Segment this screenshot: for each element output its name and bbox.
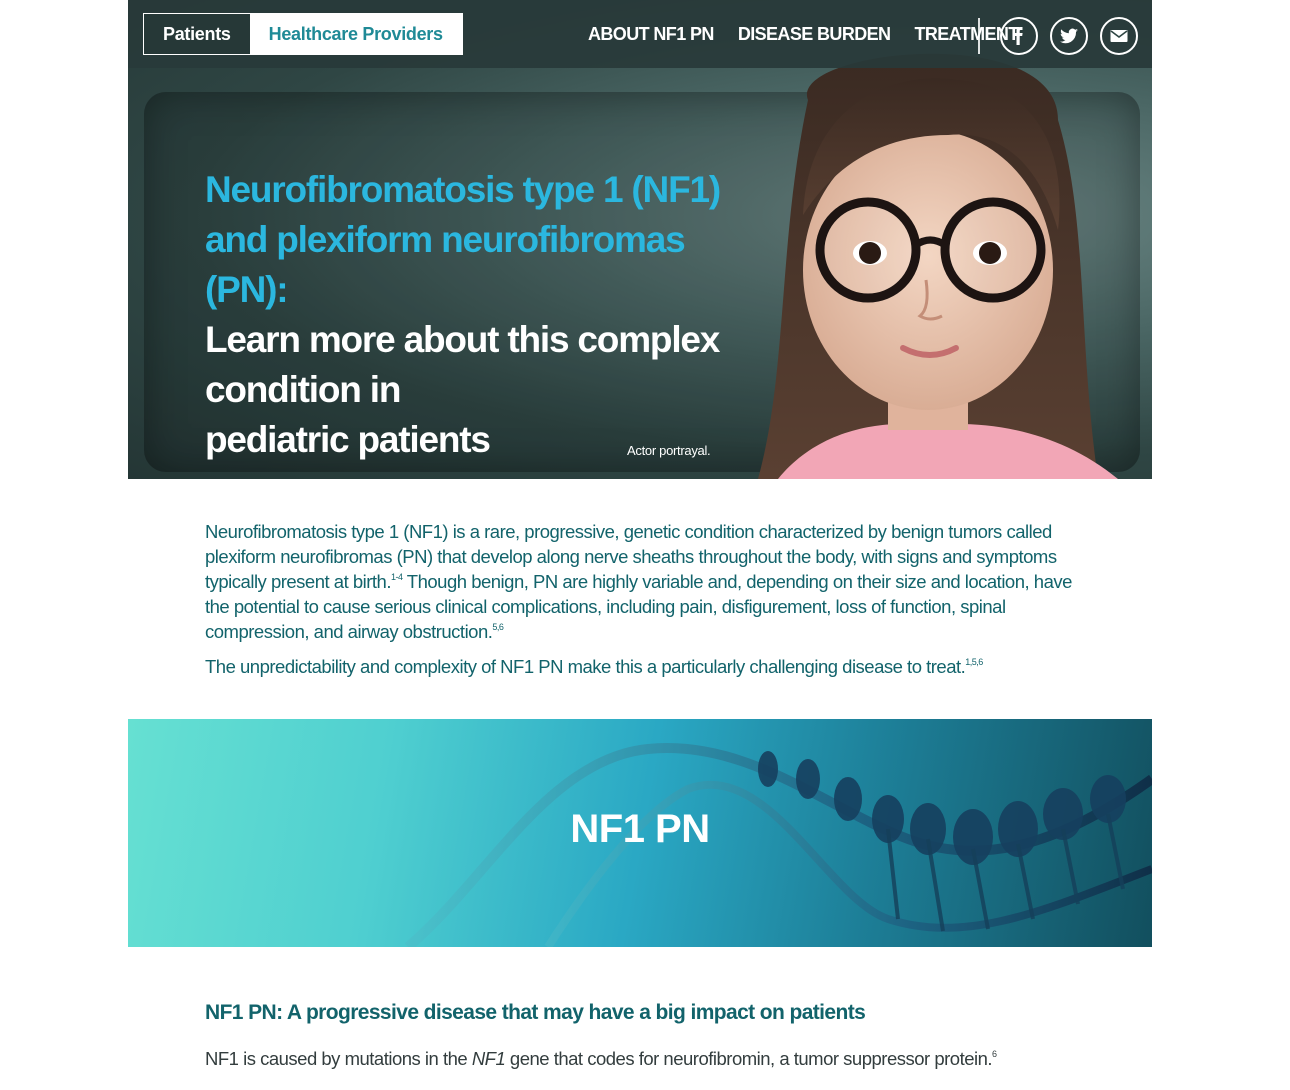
hero-heading: Neurofibromatosis type 1 (NF1) and plexi… [205,165,765,465]
nav-item-about-nf1-pn[interactable]: ABOUT NF1 PN [588,24,714,45]
intro-text: Neurofibromatosis type 1 (NF1) is a rare… [205,519,1085,679]
tab-healthcare-providers[interactable]: Healthcare Providers [249,14,462,54]
reference-superscript: 5,6 [492,622,504,632]
banner-title: NF1 PN [570,807,710,851]
top-navigation-bar: Patients Healthcare Providers ABOUT NF1 … [128,0,1152,68]
twitter-icon[interactable] [1050,17,1088,55]
facebook-icon[interactable] [1000,17,1038,55]
tab-patients[interactable]: Patients [144,14,250,54]
section-body: NF1 is caused by mutations in the NF1 ge… [205,1048,997,1069]
reference-superscript: 1-4 [390,572,403,582]
intro-paragraph-2: The unpredictability and complexity of N… [205,656,983,677]
hero-subtitle-line-1: Learn more about this complex [205,319,720,360]
dna-banner: NF1 PN [128,719,1152,947]
intro-paragraph-1: Neurofibromatosis type 1 (NF1) is a rare… [205,521,1072,642]
hero: Patients Healthcare Providers ABOUT NF1 … [128,0,1152,479]
hero-subtitle-line-2: condition in [205,369,401,410]
nav-item-disease-burden[interactable]: DISEASE BURDEN [738,24,891,45]
hero-portrait-image [758,53,1118,479]
nav-divider [978,18,980,54]
page: Patients Healthcare Providers ABOUT NF1 … [128,0,1152,1090]
actor-portrayal-caption: Actor portrayal. [627,443,711,458]
main-nav: ABOUT NF1 PN DISEASE BURDEN TREATMENT [588,0,1043,68]
audience-tabs: Patients Healthcare Providers [143,13,463,55]
hero-title-line-2: and plexiform neurofibromas (PN): [205,219,686,310]
section-title: NF1 PN: A progressive disease that may h… [205,1001,866,1024]
reference-superscript: 6 [992,1049,997,1059]
reference-superscript: 1,5,6 [965,657,983,667]
hero-title-line-1: Neurofibromatosis type 1 (NF1) [205,169,721,210]
email-icon[interactable] [1100,17,1138,55]
